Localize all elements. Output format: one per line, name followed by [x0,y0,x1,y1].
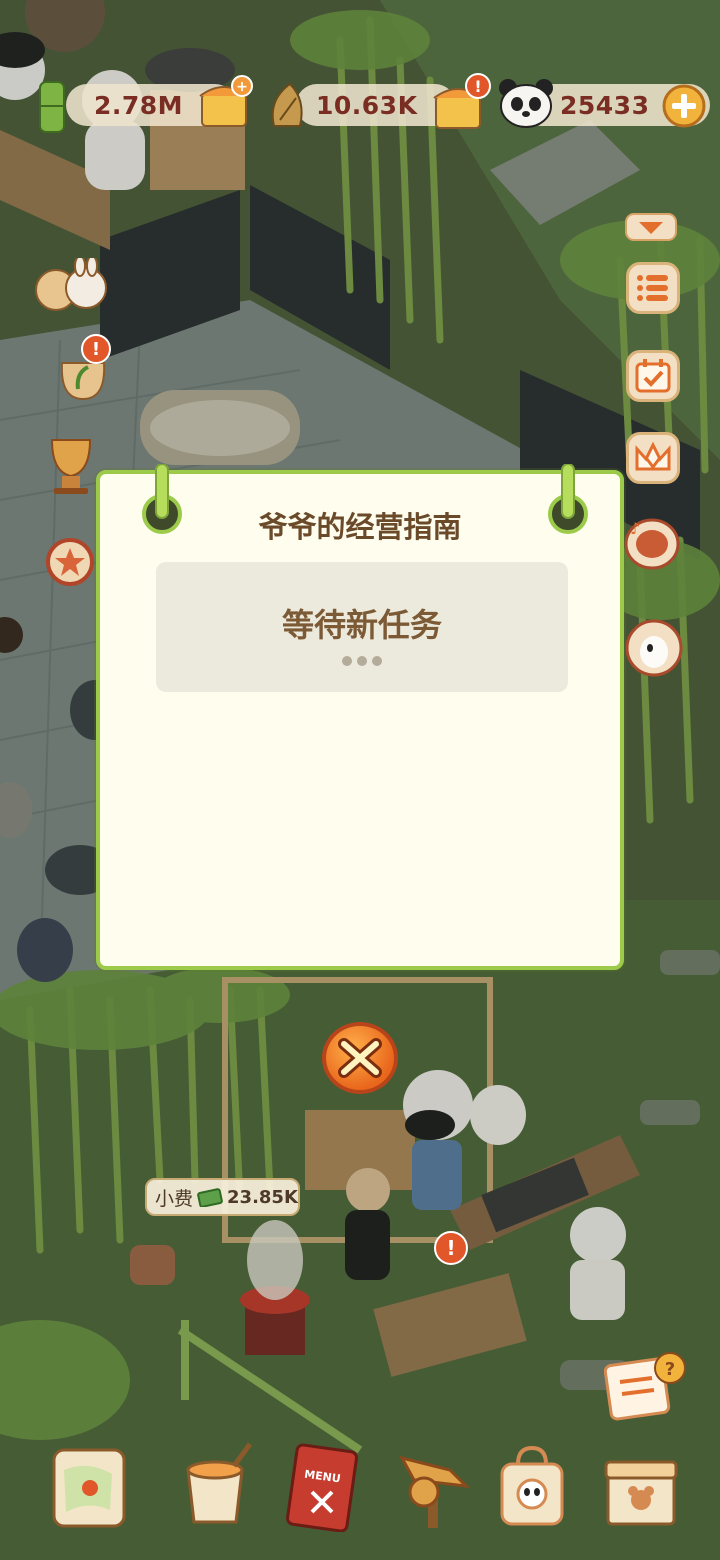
rank-crown-button[interactable] [626,432,680,484]
svg-text:!: ! [446,1236,455,1260]
cash-icon [197,1188,223,1207]
guide-dialog: 爷爷的经营指南 等待新任务 [96,464,624,970]
tip-label: 小费 [155,1187,194,1210]
dialog-title: 爷爷的经营指南 [258,510,462,544]
svg-text:!: ! [92,339,100,360]
close-icon [338,1038,382,1078]
task-list-button[interactable] [626,262,680,314]
star-medal-icon[interactable] [44,530,100,586]
menu-book-icon[interactable]: MENU [284,1440,364,1532]
calendar-check-icon [635,359,671,393]
box-icon[interactable] [602,1440,682,1532]
shop-bag-icon[interactable] [494,1440,574,1532]
bamboo-shoot-icon [271,82,303,127]
task-status-text: 等待新任务 [281,606,442,644]
panda-coin-amount: 25433 [560,90,650,120]
bamboo-amount: 2.78M [94,90,184,120]
task-list-icon [637,275,668,301]
wood-sign-icon[interactable] [394,1440,474,1532]
close-dialog-button[interactable] [322,1022,398,1094]
seed-bag-icon[interactable]: ! [52,333,114,403]
trophy-cup-icon[interactable] [40,432,102,496]
expand-arrow-icon[interactable] [624,212,678,242]
animal-friends-icon[interactable] [34,258,110,318]
daily-checkin-button[interactable] [626,350,680,402]
loading-dots-icon [342,656,382,666]
map-icon[interactable] [50,1440,130,1532]
crown-icon [635,441,671,471]
quest-help-icon[interactable]: ? [604,1350,690,1422]
svg-text:!: ! [474,77,481,96]
tip-amount: 23.85K [227,1186,298,1208]
character-icon[interactable] [624,618,684,678]
bamboo-shoot-shop-button[interactable]: ! [430,72,494,132]
music-drum-icon[interactable]: ♪ [622,514,682,570]
tip-bubble[interactable]: 小费 23.85K [145,1178,300,1216]
bamboo-shoot-amount: 10.63K [316,90,418,120]
panda-icon [499,79,553,128]
task-card: 等待新任务 [156,562,568,692]
svg-text:?: ? [665,1359,675,1380]
svg-text:+: + [236,79,248,95]
paint-bucket-icon[interactable] [176,1440,256,1532]
bamboo-shop-button[interactable]: + [196,74,254,130]
svg-text:♪: ♪ [630,519,640,538]
alert-badge-icon[interactable]: ! [432,1230,470,1266]
add-panda-coin-button[interactable] [662,84,706,128]
bamboo-icon [39,81,65,133]
